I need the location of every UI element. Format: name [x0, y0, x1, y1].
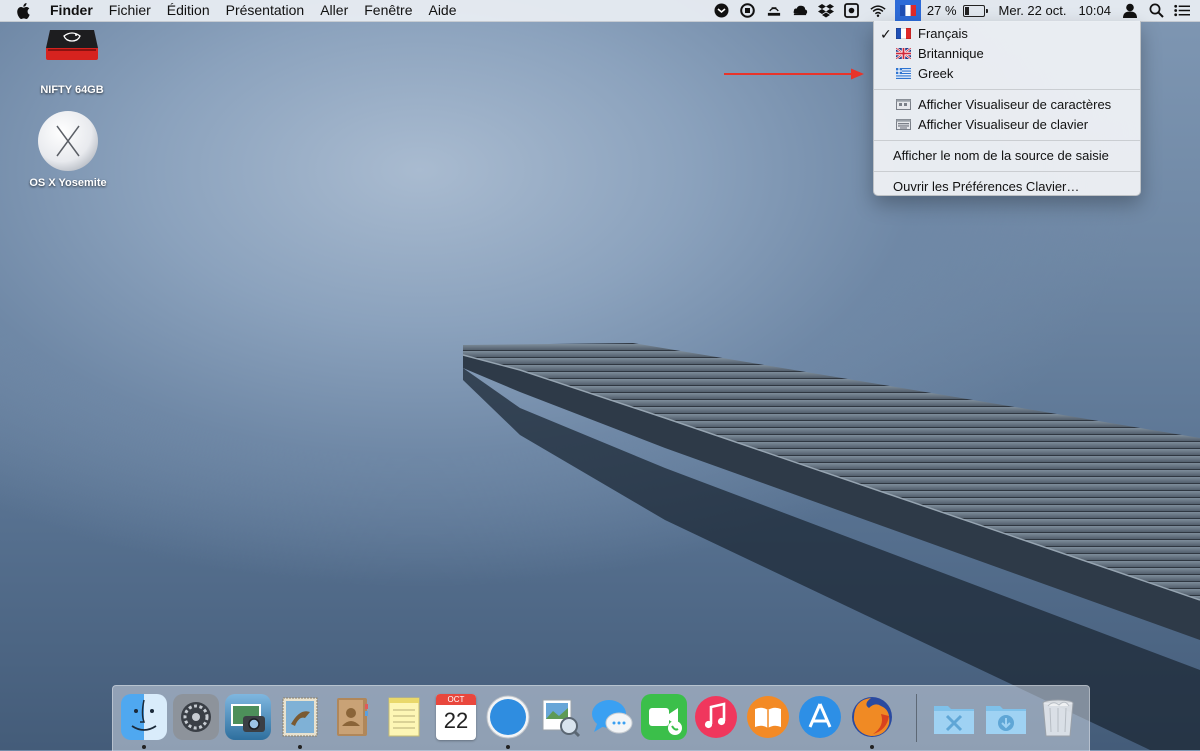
menu-item-label: Afficher le nom de la source de saisie: [893, 148, 1109, 163]
menu-aller[interactable]: Aller: [320, 0, 348, 21]
dropbox-icon[interactable]: [817, 3, 834, 19]
notification-center-icon[interactable]: [1174, 3, 1190, 19]
menu-separator: [874, 171, 1140, 172]
desktop-item-os-x-yosemite[interactable]: OS X Yosemite: [8, 110, 128, 189]
battery-percent: 27 %: [926, 3, 957, 18]
running-indicator: [142, 745, 146, 749]
installer-disk-icon: [38, 111, 98, 171]
desktop-item-label: NIFTY 64GB: [40, 84, 104, 96]
menu-aide[interactable]: Aide: [428, 0, 456, 21]
applications-folder-icon[interactable]: [931, 694, 977, 740]
wifi-icon[interactable]: [870, 3, 886, 19]
keyboard-viewer-icon: [896, 119, 911, 130]
spotlight-search-icon[interactable]: [1148, 3, 1164, 19]
menu-presentation[interactable]: Présentation: [226, 0, 305, 21]
running-indicator: [506, 745, 510, 749]
drive-sync-icon[interactable]: [766, 3, 782, 19]
itunes-icon[interactable]: [693, 694, 739, 740]
menu-separator: [874, 140, 1140, 141]
menubar-date[interactable]: Mer. 22 oct.: [999, 3, 1067, 18]
menu-edition[interactable]: Édition: [167, 0, 210, 21]
running-indicator: [870, 745, 874, 749]
calendar-icon[interactable]: OCT 22: [436, 694, 476, 740]
downloads-folder-icon[interactable]: [983, 694, 1029, 740]
calendar-month: OCT: [436, 694, 476, 705]
checkmark-icon: ✓: [880, 26, 892, 42]
user-icon[interactable]: [1122, 3, 1138, 19]
app-store-icon[interactable]: [797, 694, 843, 740]
show-keyboard-viewer-item[interactable]: Afficher Visualiseur de clavier: [874, 115, 1140, 135]
input-source-dropdown: ✓ Français Britannique Greek Afficher Vi…: [873, 21, 1141, 196]
status-area: 27 % Mer. 22 oct. 10:04: [709, 0, 1200, 21]
messages-icon[interactable]: [589, 694, 635, 740]
menu-item-label: Ouvrir les Préférences Clavier…: [893, 179, 1080, 194]
input-source-francais[interactable]: ✓ Français: [874, 24, 1140, 44]
battery-icon[interactable]: [962, 4, 988, 17]
calendar-day: 22: [443, 708, 469, 733]
menubar-time[interactable]: 10:04: [1078, 3, 1111, 18]
facetime-icon[interactable]: [641, 694, 687, 740]
cloud-cap-icon[interactable]: [792, 3, 808, 19]
night-owl-icon[interactable]: [714, 3, 730, 19]
external-drive-icon: [46, 30, 98, 60]
input-source-label: Britannique: [918, 46, 984, 61]
dock: OCT 22: [112, 685, 1090, 751]
input-source-label: Français: [918, 26, 968, 41]
stop-record-icon[interactable]: [740, 3, 756, 19]
trash-icon[interactable]: [1035, 694, 1081, 740]
system-preferences-icon[interactable]: [173, 694, 219, 740]
menu-item-label: Afficher Visualiseur de clavier: [918, 117, 1089, 132]
input-source-label: Greek: [918, 66, 954, 81]
menu-separator: [874, 89, 1140, 90]
firefox-icon[interactable]: [849, 694, 895, 740]
preview-icon[interactable]: [537, 694, 583, 740]
notes-icon[interactable]: [381, 694, 427, 740]
annotation-arrow: [724, 68, 864, 80]
input-source-menu-button[interactable]: [894, 0, 921, 21]
input-source-greek[interactable]: Greek: [874, 64, 1140, 84]
show-input-source-name-item[interactable]: Afficher le nom de la source de saisie: [874, 146, 1140, 166]
safari-icon[interactable]: [485, 694, 531, 740]
mail-icon[interactable]: [277, 694, 323, 740]
uk-flag-icon: [896, 48, 911, 59]
running-indicator: [298, 745, 302, 749]
screenshot-app-icon[interactable]: [844, 3, 860, 19]
contacts-icon[interactable]: [329, 694, 375, 740]
ibooks-icon[interactable]: [745, 694, 791, 740]
image-capture-icon[interactable]: [225, 694, 271, 740]
dock-separator: [916, 694, 917, 742]
apple-menu-icon[interactable]: [16, 2, 34, 20]
menu-fichier[interactable]: Fichier: [109, 0, 151, 21]
menu-item-label: Afficher Visualiseur de caractères: [918, 97, 1112, 112]
finder-icon[interactable]: [121, 694, 167, 740]
menu-bar: Finder Fichier Édition Présentation Alle…: [0, 0, 1200, 22]
menu-app-name[interactable]: Finder: [50, 0, 93, 21]
show-character-viewer-item[interactable]: Afficher Visualiseur de caractères: [874, 95, 1140, 115]
desktop-item-nifty[interactable]: NIFTY 64GB: [12, 24, 132, 96]
desktop-item-label: OS X Yosemite: [29, 177, 107, 189]
menu-fenetre[interactable]: Fenêtre: [364, 0, 412, 21]
input-source-britannique[interactable]: Britannique: [874, 44, 1140, 64]
battery-level-fill: [964, 6, 970, 15]
france-flag-icon: [899, 5, 916, 16]
open-keyboard-preferences-item[interactable]: Ouvrir les Préférences Clavier…: [874, 177, 1140, 197]
character-viewer-icon: [896, 99, 911, 110]
greece-flag-icon: [896, 68, 911, 79]
france-flag-icon: [896, 28, 911, 39]
